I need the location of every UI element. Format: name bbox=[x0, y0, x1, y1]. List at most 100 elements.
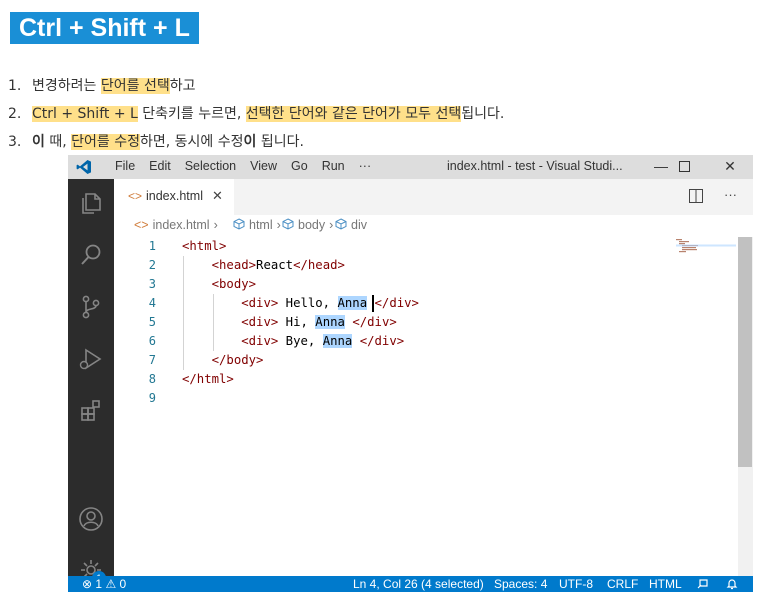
tab-index-html[interactable]: <> index.html ✕ bbox=[114, 179, 234, 215]
accounts-button[interactable] bbox=[77, 505, 105, 533]
line-number: 8 bbox=[148, 372, 156, 386]
step-text: 단축키를 누르면, bbox=[137, 106, 246, 122]
source-control-button[interactable] bbox=[77, 293, 105, 321]
window-title: index.html - test - Visual Studi... bbox=[447, 159, 623, 173]
instruction-step: 3. 이 때, 단어를 수정하면, 동시에 수정이 됩니다. bbox=[8, 128, 504, 156]
text-cursor bbox=[372, 295, 374, 312]
breadcrumb-label: index.html bbox=[152, 218, 210, 232]
menu-item[interactable]: ··· bbox=[352, 155, 379, 179]
cursor-position[interactable]: Ln 4, Col 26 (4 selected) bbox=[353, 577, 484, 592]
breadcrumb-separator: › bbox=[213, 218, 218, 232]
selected-word: Anna bbox=[315, 315, 345, 329]
more-actions-button[interactable]: ··· bbox=[724, 187, 737, 202]
page-heading: Ctrl + Shift + L bbox=[10, 12, 199, 44]
highlighted-text: 단어를 수정 bbox=[71, 134, 140, 150]
breadcrumb-separator: › bbox=[329, 218, 334, 232]
minimap[interactable] bbox=[676, 239, 736, 253]
breadcrumb-item[interactable]: div bbox=[335, 218, 367, 232]
html-file-icon: <> bbox=[134, 218, 149, 232]
code-line-7: </body> bbox=[211, 353, 264, 367]
files-icon bbox=[82, 193, 101, 214]
encoding-setting[interactable]: UTF-8 bbox=[559, 577, 593, 592]
line-number: 4 bbox=[148, 296, 156, 310]
search-button[interactable] bbox=[77, 241, 105, 269]
line-number: 2 bbox=[148, 258, 156, 272]
menu-item[interactable]: Edit bbox=[142, 155, 178, 179]
instruction-list: 1. 변경하려는 단어를 선택하고 2. Ctrl + Shift + L 단축키를 … bbox=[8, 72, 504, 156]
code-line-2: <head>React</head> bbox=[211, 258, 345, 272]
menu-item[interactable]: Selection bbox=[178, 155, 243, 179]
symbol-cube-icon bbox=[233, 218, 245, 230]
source-control-icon bbox=[82, 295, 100, 319]
code-line-3: <body> bbox=[211, 277, 257, 291]
problems-indicator[interactable]: ⊗ 1 ⚠ 0 bbox=[82, 577, 126, 592]
line-number: 3 bbox=[148, 277, 156, 291]
step-text: 변경하려는 bbox=[32, 78, 101, 94]
step-text: 때, bbox=[44, 134, 72, 150]
step-number: 2. bbox=[8, 106, 22, 122]
run-debug-icon bbox=[79, 348, 102, 370]
breadcrumb-label: html bbox=[249, 218, 273, 232]
warning-icon: ⚠ bbox=[105, 577, 117, 591]
step-text: 됩니다. bbox=[256, 134, 304, 150]
html-file-icon: <> bbox=[128, 189, 143, 203]
line-number: 5 bbox=[148, 315, 156, 329]
code-line-5: <div> Hi, Anna </div> bbox=[241, 315, 397, 329]
menu-item[interactable]: File bbox=[108, 155, 142, 179]
breadcrumb-separator: › bbox=[276, 218, 281, 232]
symbol-cube-icon bbox=[335, 218, 347, 230]
maximize-button[interactable] bbox=[661, 155, 707, 179]
selected-word: Anna bbox=[322, 334, 353, 348]
step-text: 하면, 동시에 수정 bbox=[139, 134, 244, 150]
line-number: 1 bbox=[148, 239, 156, 253]
line-number: 9 bbox=[148, 391, 156, 405]
highlighted-text: 선택한 단어와 같은 단어가 모두 선택 bbox=[245, 106, 462, 122]
breadcrumb-item[interactable]: body › bbox=[282, 218, 333, 232]
feedback-icon[interactable] bbox=[696, 578, 709, 590]
activity-bar: 1 bbox=[68, 179, 114, 585]
indentation-setting[interactable]: Spaces: 4 bbox=[494, 577, 547, 592]
step-text: 이 bbox=[32, 134, 45, 150]
menu-item[interactable]: View bbox=[243, 155, 284, 179]
explorer-button[interactable] bbox=[77, 189, 105, 217]
code-line-4: <div> Hello, Anna </div> bbox=[241, 296, 419, 310]
tab-label: index.html bbox=[146, 189, 203, 203]
breadcrumb-label: body bbox=[298, 218, 326, 232]
run-debug-button[interactable] bbox=[77, 345, 105, 373]
code-line-1: <html> bbox=[182, 239, 227, 253]
scrollbar-thumb[interactable] bbox=[738, 237, 752, 467]
code-line-6: <div> Bye, Anna </div> bbox=[241, 334, 405, 348]
extensions-icon bbox=[81, 400, 100, 421]
close-window-button[interactable]: ✕ bbox=[707, 155, 753, 179]
eol-setting[interactable]: CRLF bbox=[607, 577, 638, 592]
bell-icon[interactable] bbox=[726, 578, 738, 590]
extensions-button[interactable] bbox=[77, 397, 105, 425]
language-mode[interactable]: HTML bbox=[649, 577, 682, 592]
line-number: 6 bbox=[148, 334, 156, 348]
tab-close-icon[interactable]: ✕ bbox=[212, 188, 223, 204]
menu-item[interactable]: Run bbox=[315, 155, 352, 179]
title-bar: File Edit Selection View Go Run ··· index.html… bbox=[68, 155, 753, 179]
account-icon bbox=[79, 507, 103, 531]
breadcrumb-item[interactable]: <> index.html › bbox=[134, 218, 218, 232]
maximize-icon bbox=[678, 161, 690, 172]
instruction-step: 1. 변경하려는 단어를 선택하고 bbox=[8, 72, 504, 100]
tab-bar: <> index.html ✕ ··· bbox=[114, 179, 753, 215]
breadcrumb-item[interactable]: html › bbox=[233, 218, 281, 232]
vscode-window: File Edit Selection View Go Run ··· index.html… bbox=[68, 155, 753, 592]
error-icon: ⊗ bbox=[82, 577, 93, 591]
split-editor-icon[interactable] bbox=[689, 189, 703, 203]
line-number: 7 bbox=[148, 353, 156, 367]
vscode-logo-icon bbox=[76, 160, 91, 174]
status-bar: ⊗ 1 ⚠ 0 Ln 4, Col 26 (4 selected) Spaces… bbox=[68, 576, 753, 592]
step-number: 3. bbox=[8, 134, 22, 150]
menu-item[interactable]: Go bbox=[284, 155, 315, 179]
instruction-step: 2. Ctrl + Shift + L 단축키를 누르면, 선택한 단어와 같은 … bbox=[8, 100, 504, 128]
step-text: 이 bbox=[243, 134, 257, 150]
code-editor[interactable]: 1 2 3 4 5 6 7 8 9 <html> <head>React</head> <bod… bbox=[114, 237, 753, 576]
breadcrumb: <> index.html › html › body › div bbox=[114, 215, 753, 237]
code-line-8: </html> bbox=[182, 372, 234, 386]
search-icon bbox=[81, 244, 101, 265]
highlighted-text: Ctrl + Shift + L bbox=[32, 106, 138, 122]
menu-bar: File Edit Selection View Go Run ··· bbox=[108, 155, 378, 179]
